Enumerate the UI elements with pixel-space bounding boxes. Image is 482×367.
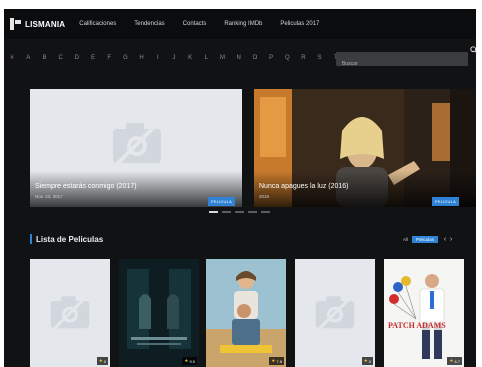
alphabet-letter[interactable]: A (20, 55, 36, 61)
alphabet-letter[interactable]: P (263, 55, 279, 61)
rating-value: 0 (103, 358, 106, 364)
next-arrow-icon[interactable]: › (448, 235, 454, 243)
alphabet-letter[interactable]: G (117, 55, 133, 61)
logo-icon (8, 17, 22, 31)
star-icon: ★ (271, 358, 276, 363)
poster-image (384, 259, 464, 367)
nav-item-ranking-imdb[interactable]: Ranking IMDb (224, 21, 262, 27)
rating-value: 6.7 (454, 358, 460, 364)
filter-all[interactable]: All (403, 237, 408, 242)
movie-poster-3[interactable]: ★ 7.6 (206, 259, 286, 367)
star-icon: ★ (98, 358, 103, 363)
movie-poster-5[interactable]: PATCH ADAMS ★ 6.7 (384, 259, 464, 367)
rating-badge: ★ 0 (96, 357, 108, 365)
alphabet-letter[interactable]: B (36, 55, 52, 61)
rating-badge: ★ 7.6 (269, 357, 284, 365)
star-icon: ★ (449, 358, 454, 363)
slider-dot[interactable] (222, 211, 231, 213)
alphabet-letter[interactable]: E (85, 55, 101, 61)
alphabet-letter[interactable]: J (166, 55, 182, 61)
alphabet-letter[interactable]: S (312, 55, 328, 61)
rating-value: 0 (368, 358, 371, 364)
alphabet-letter[interactable]: R (295, 55, 311, 61)
poster-title-text: PATCH ADAMS (388, 321, 446, 330)
slide-title[interactable]: Siempre estarás conmigo (2017) (35, 183, 137, 190)
slider-pagination (209, 211, 274, 213)
section-title: Lista de Peliculas (36, 234, 104, 244)
star-icon: ★ (363, 358, 368, 363)
alphabet-letter[interactable]: M (214, 55, 230, 61)
poster-image (119, 259, 199, 367)
alphabet-letter[interactable]: Q (279, 55, 295, 61)
featured-slider: Siempre estarás conmigo (2017) Nov. 23, … (4, 89, 476, 211)
alphabet-letter[interactable]: F (101, 55, 117, 61)
filter-peliculas[interactable]: Peliculas (412, 235, 439, 243)
featured-slide-2[interactable]: Nunca apagues la luz (2016) 2016 PELICUL… (254, 89, 476, 207)
search-box (336, 52, 468, 71)
alphabet-letter[interactable]: O (247, 55, 263, 61)
slide-type-badge: PELICULA (208, 197, 235, 206)
alphabet-letter[interactable]: L (198, 55, 214, 61)
alphabet-letter[interactable]: N (231, 55, 247, 61)
featured-slide-1[interactable]: Siempre estarás conmigo (2017) Nov. 23, … (30, 89, 242, 207)
slide-date: 2016 (259, 194, 270, 199)
alphabet-letter[interactable]: I (150, 55, 166, 61)
logo-text: LISMANIA (25, 19, 66, 29)
slider-dot[interactable] (261, 211, 270, 213)
poster-image (206, 259, 286, 367)
movie-poster-1[interactable]: ★ 0 (30, 259, 110, 367)
alphabet-letter[interactable]: K (182, 55, 198, 61)
image-placeholder-icon (50, 295, 90, 331)
alphabet-letter[interactable]: D (69, 55, 85, 61)
alphabet-letter[interactable]: # (4, 55, 20, 61)
rating-badge: ★ 6.7 (447, 357, 462, 365)
slide-title[interactable]: Nunca apagues la luz (2016) (259, 183, 349, 190)
image-placeholder-icon (315, 295, 355, 331)
slider-dot[interactable] (235, 211, 244, 213)
rating-badge: ★ 9.0 (182, 357, 197, 365)
image-placeholder-icon (113, 121, 161, 167)
app-window: LISMANIA Calificaciones Tendencias Conta… (4, 9, 476, 367)
rating-value: 7.6 (276, 358, 282, 364)
search-icon[interactable] (470, 46, 478, 54)
slide-date: Nov. 23, 2017 (35, 194, 63, 199)
section-header: Lista de Peliculas (30, 234, 103, 244)
movie-poster-2[interactable]: ★ 9.0 (119, 259, 199, 367)
section-accent-bar (30, 234, 32, 244)
star-icon: ★ (184, 358, 189, 363)
nav-item-peliculas-2017[interactable]: Peliculas 2017 (280, 21, 319, 27)
nav-item-tendencias[interactable]: Tendencias (134, 21, 164, 27)
slider-dot[interactable] (248, 211, 257, 213)
slider-dot[interactable] (209, 211, 218, 213)
rating-badge: ★ 0 (361, 357, 373, 365)
nav-item-calificaciones[interactable]: Calificaciones (79, 21, 116, 27)
top-navigation-bar: LISMANIA Calificaciones Tendencias Conta… (4, 9, 476, 39)
alphabet-letter[interactable]: C (53, 55, 69, 61)
nav-item-contacts[interactable]: Contacts (183, 21, 207, 27)
movie-poster-4[interactable]: ★ 0 (295, 259, 375, 367)
rating-value: 9.0 (189, 358, 195, 364)
alphabet-letter[interactable]: H (134, 55, 150, 61)
list-filters: All Peliculas ‹ › (403, 235, 454, 243)
main-menu: Calificaciones Tendencias Contacts Ranki… (79, 21, 337, 27)
slide-type-badge: PELICULA (432, 197, 459, 206)
site-logo[interactable]: LISMANIA (8, 9, 65, 39)
search-input[interactable] (336, 57, 468, 71)
